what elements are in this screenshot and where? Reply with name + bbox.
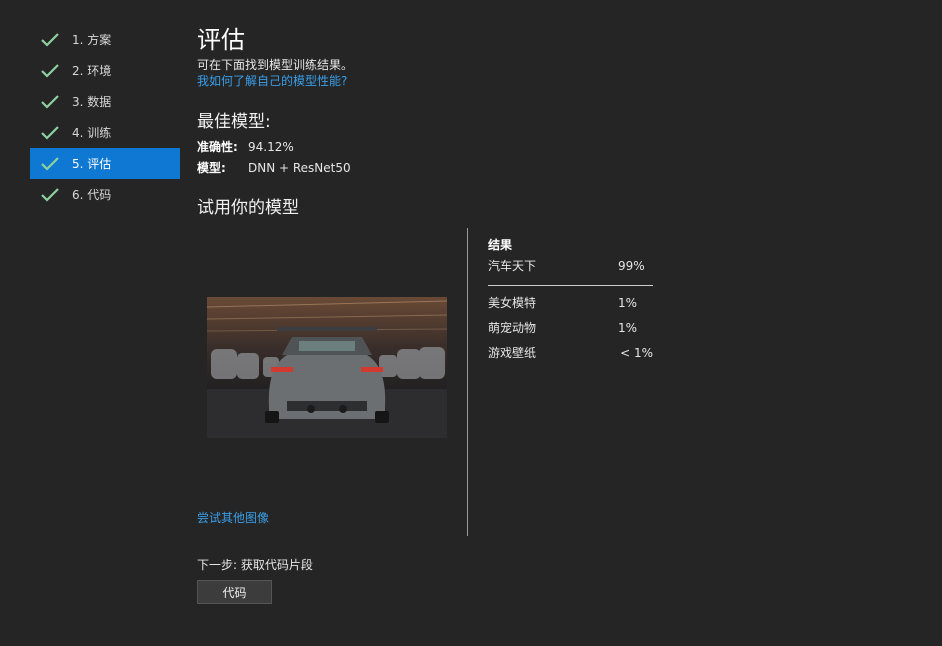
result-pct: < 1% [620, 346, 653, 360]
result-label: 游戏壁纸 [488, 346, 537, 360]
try-model-heading: 试用你的模型 [197, 198, 299, 218]
step-environment[interactable]: 2. 环境 [30, 55, 180, 86]
step-evaluate[interactable]: 5. 评估 [30, 148, 180, 179]
step-label: 1. 方案 [72, 33, 112, 47]
result-pct: 1% [618, 321, 638, 335]
step-code[interactable]: 6. 代码 [30, 179, 180, 210]
page-title: 评估 [197, 26, 245, 54]
step-data[interactable]: 3. 数据 [30, 86, 180, 117]
results-separator [488, 285, 653, 286]
step-label: 6. 代码 [72, 188, 112, 202]
step-label: 3. 数据 [72, 95, 112, 109]
check-icon [41, 94, 61, 110]
results-title: 结果 [488, 238, 513, 252]
result-pct: 1% [618, 296, 638, 310]
result-top-row: 汽车天下 99% [488, 254, 658, 279]
check-icon [41, 187, 61, 203]
result-row: 萌宠动物 1% [488, 316, 658, 341]
result-row: 美女模特 1% [488, 291, 658, 316]
steps-sidebar: 1. 方案 2. 环境 3. 数据 4. 训练 5. 评估 6. 代码 [30, 24, 180, 210]
step-label: 4. 训练 [72, 126, 112, 140]
check-icon [41, 125, 61, 141]
result-label: 萌宠动物 [488, 321, 537, 335]
check-icon [41, 156, 61, 172]
accuracy-row: 准确性: 94.12% [197, 137, 917, 158]
code-button[interactable]: 代码 [197, 580, 272, 604]
next-step-text: 下一步: 获取代码片段 [197, 558, 313, 572]
model-row: 模型: DNN + ResNet50 [197, 158, 917, 179]
step-train[interactable]: 4. 训练 [30, 117, 180, 148]
check-icon [41, 32, 61, 48]
model-value: DNN + ResNet50 [248, 161, 351, 175]
check-icon [41, 63, 61, 79]
result-label: 美女模特 [488, 296, 537, 310]
accuracy-label: 准确性: [197, 140, 238, 154]
car-image [207, 297, 447, 438]
model-builder-window: 1. 方案 2. 环境 3. 数据 4. 训练 5. 评估 6. 代码 评估 可… [0, 0, 942, 646]
result-row: 游戏壁纸 < 1% [488, 341, 658, 366]
step-scenario[interactable]: 1. 方案 [30, 24, 180, 55]
evaluate-panel: 评估 可在下面找到模型训练结果。 我如何了解自己的模型性能? 最佳模型: 准确性… [197, 24, 917, 219]
preview-image [207, 297, 447, 438]
try-other-image-link[interactable]: 尝试其他图像 [197, 510, 269, 526]
best-model-heading: 最佳模型: [197, 112, 271, 132]
results-panel: 结果 汽车天下 99% 美女模特 1% 萌宠动物 1% 游戏壁纸 < 1% [488, 236, 658, 366]
result-label: 汽车天下 [488, 259, 537, 273]
result-pct: 99% [618, 259, 645, 273]
step-label: 5. 评估 [72, 157, 112, 171]
step-label: 2. 环境 [72, 64, 112, 78]
divider-line [467, 228, 468, 536]
page-subtitle: 可在下面找到模型训练结果。 [197, 58, 354, 72]
model-label: 模型: [197, 161, 226, 175]
accuracy-value: 94.12% [248, 140, 294, 154]
help-link[interactable]: 我如何了解自己的模型性能? [197, 73, 917, 89]
